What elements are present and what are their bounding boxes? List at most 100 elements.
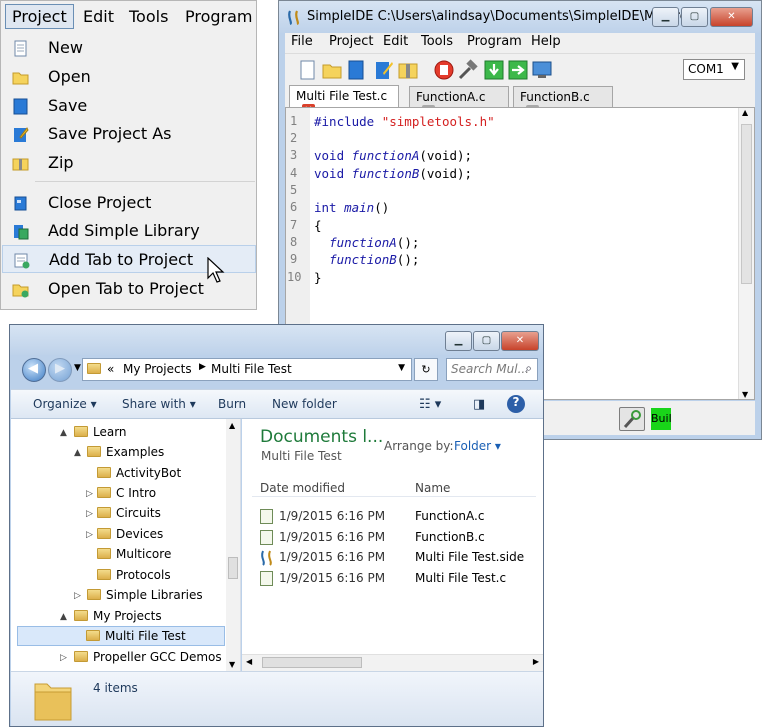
preview-pane-icon[interactable]: ◨ [473,397,485,412]
scroll-down-icon[interactable]: ▼ [742,390,748,399]
arrange-by-dropdown[interactable]: Folder ▾ [454,439,501,453]
file-row[interactable]: 1/9/2015 6:16 PM FunctionB.c [260,528,540,548]
tree-item-examples[interactable]: Examples [87,445,164,459]
address-bar[interactable]: « My Projects ▶ Multi File Test ▼ [82,358,412,381]
scroll-right-icon[interactable]: ▶ [533,657,539,666]
load-ram-icon[interactable] [483,59,505,81]
tree-item-protocols[interactable]: Protocols [97,568,171,582]
help-icon[interactable]: ? [507,395,525,413]
new-file-icon[interactable] [297,59,319,81]
view-options-icon[interactable]: ☷ ▾ [419,397,441,412]
forward-button[interactable]: ▶ [48,358,72,382]
column-name[interactable]: Name [415,481,450,495]
expand-arrow-icon[interactable]: ▲ [60,612,67,622]
menu-edit[interactable]: Edit [83,7,114,26]
close-button[interactable]: ✕ [501,331,539,351]
scrollbar-thumb[interactable] [228,557,238,579]
tree-item-devices[interactable]: Devices [97,527,163,541]
expand-arrow-icon[interactable]: ▷ [86,509,93,519]
organize-button[interactable]: Organize ▾ [33,397,97,411]
build-hammer-icon[interactable] [457,59,479,81]
refresh-button[interactable]: ↻ [414,358,438,381]
expand-arrow-icon[interactable]: ▷ [86,489,93,499]
zip-icon[interactable] [397,59,419,81]
expand-arrow-icon[interactable]: ▲ [74,448,81,458]
menu-tools[interactable]: Tools [129,7,168,26]
run-terminal-icon[interactable] [531,59,553,81]
menu-item-label: Close Project [48,193,152,212]
menu-program[interactable]: Program [185,7,253,26]
file-row[interactable]: 1/9/2015 6:16 PM FunctionA.c [260,507,540,527]
ide-menu-file[interactable]: File [291,34,313,49]
menu-project[interactable]: Project [5,4,74,29]
open-folder-icon[interactable] [321,59,343,81]
scroll-down-icon[interactable]: ▼ [229,660,235,669]
new-folder-button[interactable]: New folder [272,397,337,411]
tree-item-propeller-gcc-demos[interactable]: Propeller GCC Demos [74,650,222,664]
close-button[interactable]: ✕ [710,7,753,27]
minimize-button[interactable]: ▁ [445,331,472,351]
maximize-button[interactable]: ▢ [681,7,708,27]
ide-menu-project[interactable]: Project [329,34,373,49]
tree-item-circuits[interactable]: Circuits [97,506,161,520]
expand-arrow-icon[interactable]: ▷ [60,653,67,663]
menu-item-add-simple-library[interactable]: Add Simple Library [2,217,256,245]
mouse-pointer-icon [207,257,225,283]
save-icon[interactable] [345,59,367,81]
breadcrumb-multi-file-test[interactable]: Multi File Test [211,362,292,376]
menu-item-save-project-as[interactable]: Save Project As [2,120,256,148]
share-with-button[interactable]: Share with ▾ [122,397,196,411]
ide-menu-edit[interactable]: Edit [383,34,408,49]
file-row[interactable]: 1/9/2015 6:16 PM Multi File Test.c [260,569,540,589]
tree-item-multi-file-test[interactable]: Multi File Test [17,626,225,646]
search-input[interactable]: Search Mul... ⌕ [446,358,538,381]
scroll-left-icon[interactable]: ◀ [246,657,252,666]
load-eeprom-icon[interactable] [507,59,529,81]
back-button[interactable]: ◀ [22,358,46,382]
tab-functiona-c[interactable]: FunctionA.c✕ [409,86,509,118]
chevron-down-icon[interactable]: ▼ [398,363,405,373]
maximize-button[interactable]: ▢ [473,331,500,351]
menu-item-zip[interactable]: Zip [2,149,256,177]
column-date-modified[interactable]: Date modified [260,481,345,495]
expand-arrow-icon[interactable]: ▷ [86,530,93,540]
breadcrumb-my-projects[interactable]: My Projects [123,362,192,376]
tab-functionb-c[interactable]: FunctionB.c✕ [513,86,613,118]
menu-item-close-project[interactable]: Close Project [2,189,256,217]
editor-vertical-scrollbar[interactable]: ▲ ▼ [738,108,754,399]
nav-vertical-scrollbar[interactable]: ▲ ▼ [226,419,240,671]
menu-item-new[interactable]: New [2,34,256,62]
tree-item-my-projects[interactable]: My Projects [74,609,162,623]
history-dropdown-icon[interactable]: ▼ [74,363,81,373]
tree-item-simple-libraries[interactable]: Simple Libraries [87,588,203,602]
tree-item-c-intro[interactable]: C Intro [97,486,156,500]
port-select[interactable]: COM1 ▼ [683,59,745,80]
minimize-button[interactable]: ▁ [652,7,679,27]
scroll-up-icon[interactable]: ▲ [742,108,748,117]
scroll-up-icon[interactable]: ▲ [229,421,235,430]
file-name: FunctionA.c [415,509,485,523]
ide-menu-help[interactable]: Help [531,34,561,49]
tree-item-learn[interactable]: Learn [74,425,127,439]
file-list-horizontal-scrollbar[interactable]: ◀ ▶ [242,654,543,671]
expand-arrow-icon[interactable]: ▲ [60,428,67,438]
expand-arrow-icon[interactable]: ▷ [74,591,81,601]
tree-item-multicore[interactable]: Multicore [97,547,171,561]
tab-multi-file-test-c[interactable]: Multi File Test.c✕ [289,85,399,117]
menu-item-save[interactable]: Save [2,92,256,120]
stop-icon[interactable] [433,59,455,81]
ide-menu-program[interactable]: Program [467,34,522,49]
menu-item-open[interactable]: Open [2,63,256,91]
breadcrumb-overflow[interactable]: « [107,362,114,376]
scrollbar-thumb[interactable] [262,657,362,668]
ide-menu-tools[interactable]: Tools [421,34,453,49]
burn-button[interactable]: Burn [218,397,246,411]
save-as-icon[interactable] [373,59,395,81]
file-row[interactable]: 1/9/2015 6:16 PM Multi File Test.side [260,548,540,568]
ide-title-bar[interactable]: SimpleIDE C:\Users\alindsay\Documents\Si… [279,1,761,33]
scrollbar-thumb[interactable] [741,124,752,284]
build-status-button[interactable] [619,407,645,431]
code-function: functionA [351,148,420,163]
explorer-title-bar[interactable]: ▁ ▢ ✕ [10,325,543,355]
tree-item-activitybot[interactable]: ActivityBot [97,466,181,480]
